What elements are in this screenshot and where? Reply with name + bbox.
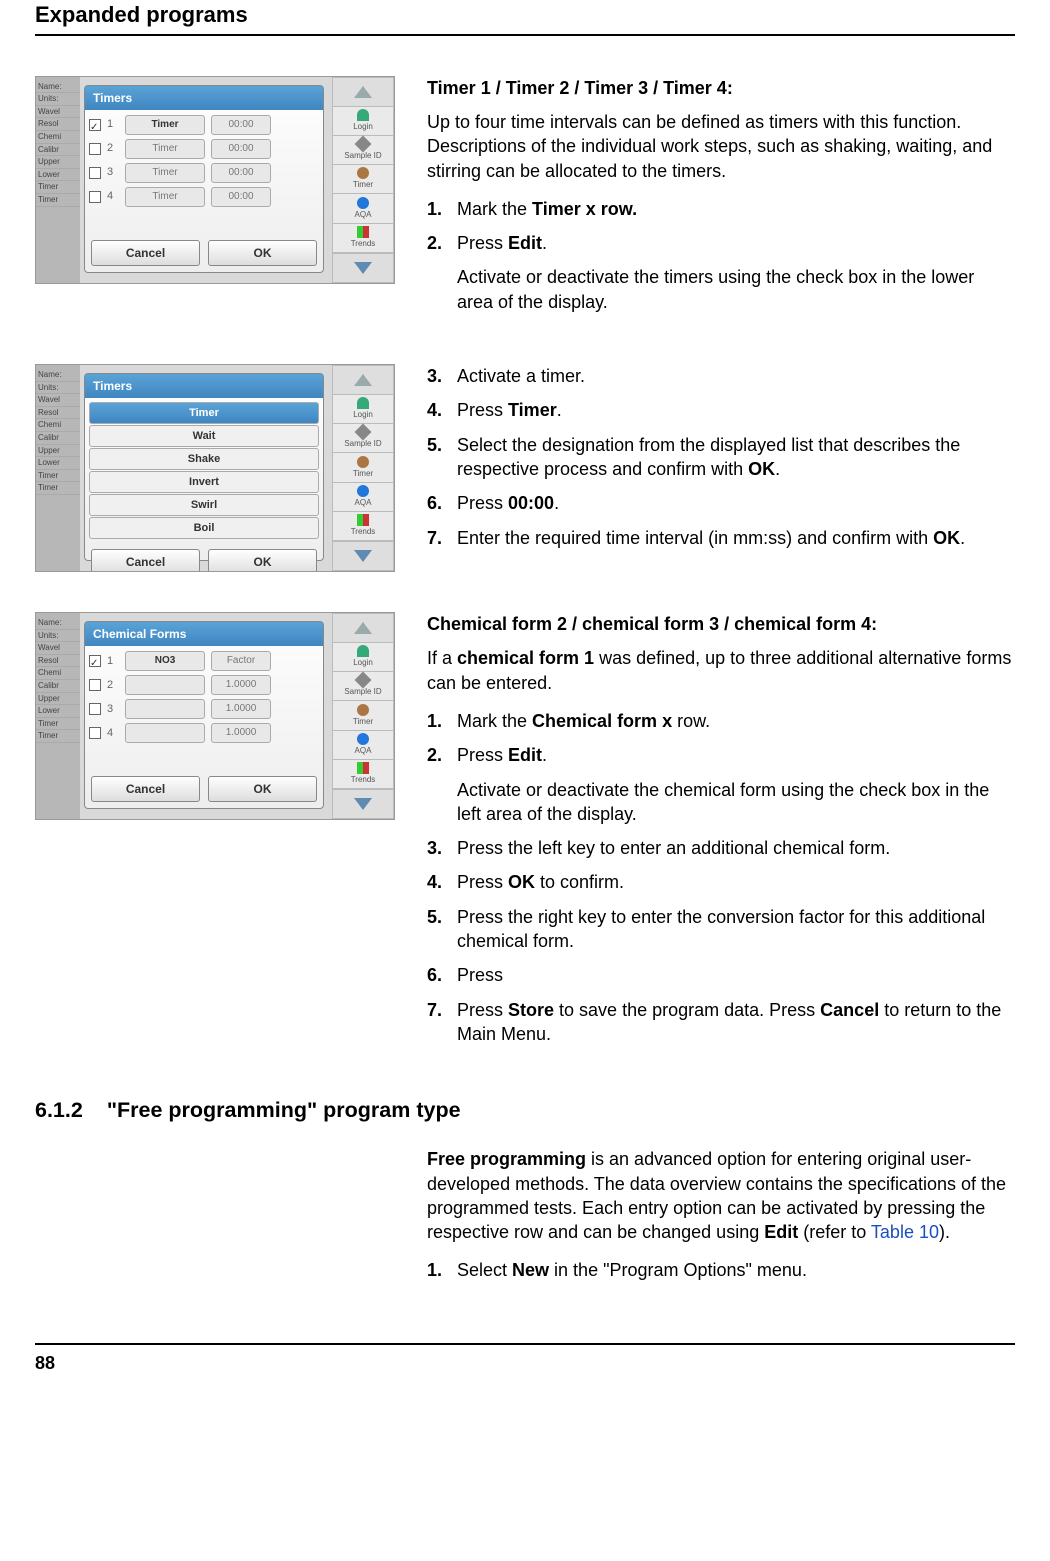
option-wait[interactable]: Wait — [89, 425, 319, 447]
ok-button[interactable]: OK — [208, 240, 317, 266]
ok-button[interactable]: OK — [208, 776, 317, 802]
trends-button[interactable]: Trends — [332, 760, 394, 789]
checkbox[interactable] — [89, 167, 101, 179]
scroll-up[interactable] — [332, 365, 394, 395]
checkbox[interactable] — [89, 119, 101, 131]
trends-button[interactable]: Trends — [332, 224, 394, 253]
left-sidebar: Name:Units:WavelResolChemiCalibrUpperLow… — [36, 365, 80, 571]
timer-nav-button[interactable]: Timer — [332, 701, 394, 730]
checkbox[interactable] — [89, 679, 101, 691]
scroll-down[interactable] — [332, 541, 394, 571]
sample-id-button[interactable]: Sample ID — [332, 424, 394, 453]
timer-label[interactable]: Timer — [125, 163, 205, 183]
option-shake[interactable]: Shake — [89, 448, 319, 470]
sample-id-button[interactable]: Sample ID — [332, 136, 394, 165]
link-table-10[interactable]: Table 10 — [871, 1222, 939, 1242]
option-timer[interactable]: Timer — [89, 402, 319, 424]
form-name[interactable] — [125, 699, 205, 719]
section-timers-select: User Name:Units:WavelResolChemiCalibrUpp… — [35, 364, 1015, 572]
form-factor[interactable]: 1.0000 — [211, 675, 271, 695]
right-sidebar: Login Sample ID Timer AQA Trends — [332, 613, 394, 819]
section-chemical-forms: User Name:Units:WavelResolChemiCalibrUpp… — [35, 612, 1015, 1056]
form-name[interactable] — [125, 675, 205, 695]
sample-id-button[interactable]: Sample ID — [332, 672, 394, 701]
left-sidebar: Name:Units:WavelResolChemiCalibrUpperLow… — [36, 613, 80, 819]
intro-paragraph: If a chemical form 1 was defined, up to … — [427, 646, 1015, 695]
cancel-button[interactable]: Cancel — [91, 776, 200, 802]
option-swirl[interactable]: Swirl — [89, 494, 319, 516]
option-invert[interactable]: Invert — [89, 471, 319, 493]
scroll-down[interactable] — [332, 789, 394, 819]
page-header: Expanded programs — [35, 0, 1015, 36]
section-free-programming: Free programming is an advanced option f… — [427, 1147, 1015, 1282]
right-sidebar: Login Sample ID Timer AQA Trends — [332, 365, 394, 571]
aqa-button[interactable]: AQA — [332, 731, 394, 760]
section-timers-intro: User Name:Units:WavelResolChemiCalibrUpp… — [35, 76, 1015, 324]
timer-label[interactable]: Timer — [125, 139, 205, 159]
timer-label[interactable]: Timer — [125, 115, 205, 135]
aqa-button[interactable]: AQA — [332, 194, 394, 223]
section-title: "Free programming" program type — [107, 1096, 461, 1125]
steps-list: Mark the Timer x row. Press Edit. Activa… — [427, 197, 1015, 314]
checkbox[interactable] — [89, 655, 101, 667]
cancel-button[interactable]: Cancel — [91, 240, 200, 266]
login-button[interactable]: Login — [332, 107, 394, 136]
screenshot-timers-list: User Name:Units:WavelResolChemiCalibrUpp… — [35, 76, 395, 284]
scroll-down[interactable] — [332, 253, 394, 283]
dialog-timer-select: Timers Timer Wait Shake Invert Swirl Boi… — [84, 373, 324, 561]
screenshot-chemical-forms: User Name:Units:WavelResolChemiCalibrUpp… — [35, 612, 395, 820]
right-sidebar: Login Sample ID Timer AQA Trends — [332, 77, 394, 283]
intro-paragraph: Up to four time intervals can be defined… — [427, 110, 1015, 183]
heading-chemical: Chemical form 2 / chemical form 3 / chem… — [427, 612, 1015, 636]
timer-value[interactable]: 00:00 — [211, 115, 271, 135]
dialog-title: Timers — [85, 86, 323, 110]
timer-nav-button[interactable]: Timer — [332, 165, 394, 194]
form-name[interactable] — [125, 723, 205, 743]
steps-list: Activate a timer. Press Timer. Select th… — [427, 364, 1015, 550]
dialog-chemical-forms: Chemical Forms 1NO3Factor 21.0000 31.000… — [84, 621, 324, 809]
checkbox[interactable] — [89, 143, 101, 155]
form-name[interactable]: NO3 — [125, 651, 205, 671]
scroll-up[interactable] — [332, 77, 394, 107]
dialog-timers: Timers 1Timer00:00 2Timer00:00 3Timer00:… — [84, 85, 324, 273]
timer-value[interactable]: 00:00 — [211, 139, 271, 159]
checkbox[interactable] — [89, 703, 101, 715]
scroll-up[interactable] — [332, 613, 394, 643]
page-number: 88 — [35, 1343, 1015, 1375]
aqa-button[interactable]: AQA — [332, 483, 394, 512]
trends-button[interactable]: Trends — [332, 512, 394, 541]
form-factor[interactable]: 1.0000 — [211, 723, 271, 743]
screenshot-timer-options: User Name:Units:WavelResolChemiCalibrUpp… — [35, 364, 395, 572]
form-factor[interactable]: Factor — [211, 651, 271, 671]
ok-button[interactable]: OK — [208, 549, 317, 572]
steps-list: Mark the Chemical form x row. Press Edit… — [427, 709, 1015, 1046]
checkbox[interactable] — [89, 727, 101, 739]
login-button[interactable]: Login — [332, 395, 394, 424]
intro-paragraph: Free programming is an advanced option f… — [427, 1147, 1015, 1244]
timer-label[interactable]: Timer — [125, 187, 205, 207]
dialog-title: Chemical Forms — [85, 622, 323, 646]
login-button[interactable]: Login — [332, 643, 394, 672]
timer-value[interactable]: 00:00 — [211, 187, 271, 207]
cancel-button[interactable]: Cancel — [91, 549, 200, 572]
section-number: 6.1.2 — [35, 1096, 83, 1125]
checkbox[interactable] — [89, 191, 101, 203]
section-heading: 6.1.2 "Free programming" program type — [35, 1096, 1015, 1125]
dialog-title: Timers — [85, 374, 323, 398]
form-factor[interactable]: 1.0000 — [211, 699, 271, 719]
option-boil[interactable]: Boil — [89, 517, 319, 539]
heading-timers: Timer 1 / Timer 2 / Timer 3 / Timer 4: — [427, 76, 1015, 100]
steps-list: Select New in the "Program Options" menu… — [427, 1258, 1015, 1282]
timer-nav-button[interactable]: Timer — [332, 453, 394, 482]
timer-value[interactable]: 00:00 — [211, 163, 271, 183]
left-sidebar: Name:Units:WavelResolChemiCalibrUpperLow… — [36, 77, 80, 283]
